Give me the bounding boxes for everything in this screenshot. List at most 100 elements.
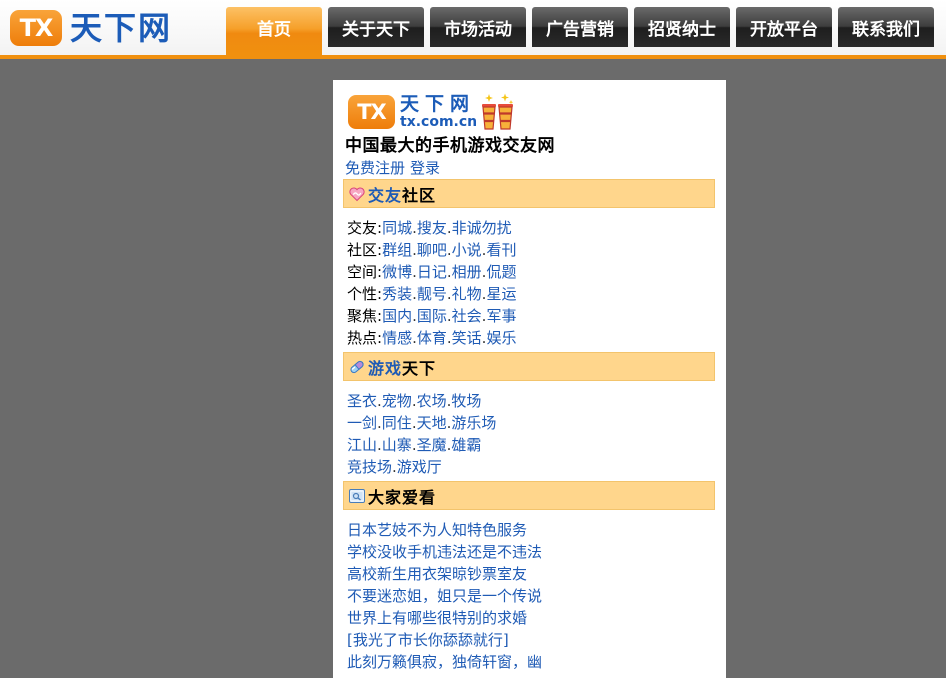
row-label: 交友: <box>347 219 383 237</box>
row-link[interactable]: 山寨 <box>382 434 412 456</box>
row-link[interactable]: 国际 <box>417 305 447 327</box>
section-title: 社区 <box>402 185 437 205</box>
list-item: 江山. 山寨. 圣魔. 雄霸 <box>343 434 715 456</box>
list-item: 世界上有哪些很特别的求婚 <box>343 607 715 629</box>
row-link[interactable]: 宠物 <box>382 390 412 412</box>
section-title-highlight: 游戏 <box>368 358 403 378</box>
row-link[interactable]: 微博 <box>382 261 412 283</box>
section-title: 天下 <box>402 358 437 378</box>
auth-links: 免费注册 登录 <box>343 157 715 179</box>
row-link[interactable]: 军事 <box>486 305 516 327</box>
row-link[interactable]: 同城 <box>382 217 412 239</box>
list-item: 高校新生用衣架晾钞票室友 <box>343 563 715 585</box>
row-link[interactable]: 江山 <box>347 434 377 456</box>
list-item: 不要迷恋姐，姐只是一个传说 <box>343 585 715 607</box>
nav-tab-market-events[interactable]: 市场活动 <box>430 7 526 47</box>
row-label: 聚焦: <box>347 307 383 325</box>
section-social-list: 交友: 同城. 搜友. 非诚勿扰 社区: 群组. 聊吧. 小说. 看刊 空间: 微博. 日记. 相册… <box>343 217 715 349</box>
list-item: 圣衣. 宠物. 农场. 牧场 <box>343 390 715 412</box>
list-item: 热点: 情感. 体育. 笑话. 娱乐 <box>343 327 715 349</box>
wap-logo-text: 天下网 tx.com.cn <box>400 92 478 130</box>
row-link[interactable]: 相册 <box>452 261 482 283</box>
row-link[interactable]: 小说 <box>452 239 482 261</box>
site-name: 天下网 <box>70 9 173 47</box>
list-item: 交友: 同城. 搜友. 非诚勿扰 <box>343 217 715 239</box>
row-link[interactable]: 社会 <box>452 305 482 327</box>
register-link[interactable]: 免费注册 <box>345 157 405 179</box>
list-item: 学校没收手机违法还是不违法 <box>343 541 715 563</box>
nav-tab-advertising[interactable]: 广告营销 <box>532 7 628 47</box>
heart-icon <box>348 185 366 203</box>
wap-preview-panel: TX 天下网 tx.com.cn 中国最大的手机游戏交友网 免费注册 登录 交友… <box>333 80 726 678</box>
row-link[interactable]: 娱乐 <box>486 327 516 349</box>
section-header-games: 游戏 天下 <box>343 352 715 381</box>
row-link[interactable]: 礼物 <box>452 283 482 305</box>
article-link[interactable]: 学校没收手机违法还是不违法 <box>347 541 542 563</box>
capsule-icon <box>348 358 366 376</box>
logo-badge: TX <box>10 10 62 46</box>
section-title-highlight: 交友 <box>368 185 403 205</box>
row-link[interactable]: 同住 <box>382 412 412 434</box>
row-label: 社区: <box>347 241 383 259</box>
row-link[interactable]: 圣魔 <box>417 434 447 456</box>
nav-tab-open-platform[interactable]: 开放平台 <box>736 7 832 47</box>
nav-tab-about[interactable]: 关于天下 <box>328 7 424 47</box>
row-link[interactable]: 星运 <box>486 283 516 305</box>
article-link[interactable]: 高校新生用衣架晾钞票室友 <box>347 563 527 585</box>
row-link[interactable]: 牧场 <box>451 390 481 412</box>
row-link[interactable]: 雄霸 <box>451 434 481 456</box>
article-link[interactable]: 世界上有哪些很特别的求婚 <box>347 607 527 629</box>
row-label: 个性: <box>347 285 383 303</box>
row-link[interactable]: 游乐场 <box>451 412 496 434</box>
wap-logo-badge: TX <box>348 94 395 129</box>
login-link[interactable]: 登录 <box>410 157 440 179</box>
row-link[interactable]: 秀装 <box>382 283 412 305</box>
row-link[interactable]: 国内 <box>382 305 412 327</box>
row-link[interactable]: 搜友 <box>417 217 447 239</box>
row-link[interactable]: 体育 <box>417 327 447 349</box>
row-link[interactable]: 靓号 <box>417 283 447 305</box>
row-link[interactable]: 笑话 <box>452 327 482 349</box>
wap-logo-domain: tx.com.cn <box>400 113 478 130</box>
section-popular-list: 日本艺妓不为人知特色服务 学校没收手机违法还是不违法 高校新生用衣架晾钞票室友 … <box>343 519 715 673</box>
section-header-popular: 大家爱看 <box>343 481 715 510</box>
row-link[interactable]: 看刊 <box>486 239 516 261</box>
row-link[interactable]: 日记 <box>417 261 447 283</box>
site-logo[interactable]: TX 天下网 <box>10 9 172 47</box>
row-link[interactable]: 聊吧 <box>417 239 447 261</box>
article-link[interactable]: 日本艺妓不为人知特色服务 <box>347 519 527 541</box>
section-games-list: 圣衣. 宠物. 农场. 牧场 一剑. 同住. 天地. 游乐场 江山. 山寨. 圣魔. 雄霸 竞技场… <box>343 390 715 478</box>
list-item: 此刻万籁俱寂，独倚轩窗，幽 <box>343 651 715 673</box>
wap-logo: TX 天下网 tx.com.cn <box>343 88 715 135</box>
row-link[interactable]: 群组 <box>382 239 412 261</box>
article-link[interactable]: 不要迷恋姐，姐只是一个传说 <box>347 585 542 607</box>
row-link[interactable]: 侃题 <box>486 261 516 283</box>
row-link[interactable]: 非诚勿扰 <box>452 217 512 239</box>
wap-tagline: 中国最大的手机游戏交友网 <box>345 136 555 156</box>
article-link[interactable]: [我光了市长你舔舔就行] <box>347 629 509 651</box>
list-item: [我光了市长你舔舔就行] <box>343 629 715 651</box>
site-header: TX 天下网 首页 关于天下 市场活动 广告营销 招贤纳士 开放平台 联系我们 <box>0 0 946 55</box>
wap-logo-name: 天下网 <box>400 92 476 115</box>
screen-icon <box>348 487 366 505</box>
row-link[interactable]: 游戏厅 <box>397 456 442 478</box>
row-label: 热点: <box>347 329 383 347</box>
list-item: 聚焦: 国内. 国际. 社会. 军事 <box>343 305 715 327</box>
list-item: 日本艺妓不为人知特色服务 <box>343 519 715 541</box>
row-link[interactable]: 竞技场 <box>347 456 392 478</box>
row-link[interactable]: 农场 <box>417 390 447 412</box>
row-link[interactable]: 圣衣 <box>347 390 377 412</box>
article-link[interactable]: 此刻万籁俱寂，独倚轩窗，幽 <box>347 651 542 673</box>
list-item: 空间: 微博. 日记. 相册. 侃题 <box>343 261 715 283</box>
section-header-social: 交友 社区 <box>343 179 715 208</box>
nav-tab-careers[interactable]: 招贤纳士 <box>634 7 730 47</box>
row-link[interactable]: 天地 <box>417 412 447 434</box>
nav-tab-contact[interactable]: 联系我们 <box>838 7 934 47</box>
row-label: 空间: <box>347 263 383 281</box>
row-link[interactable]: 情感 <box>382 327 412 349</box>
section-title: 大家爱看 <box>368 487 437 507</box>
row-link[interactable]: 一剑 <box>347 412 377 434</box>
list-item: 竞技场. 游戏厅 <box>343 456 715 478</box>
nav-tab-home[interactable]: 首页 <box>226 7 322 55</box>
list-item: 一剑. 同住. 天地. 游乐场 <box>343 412 715 434</box>
